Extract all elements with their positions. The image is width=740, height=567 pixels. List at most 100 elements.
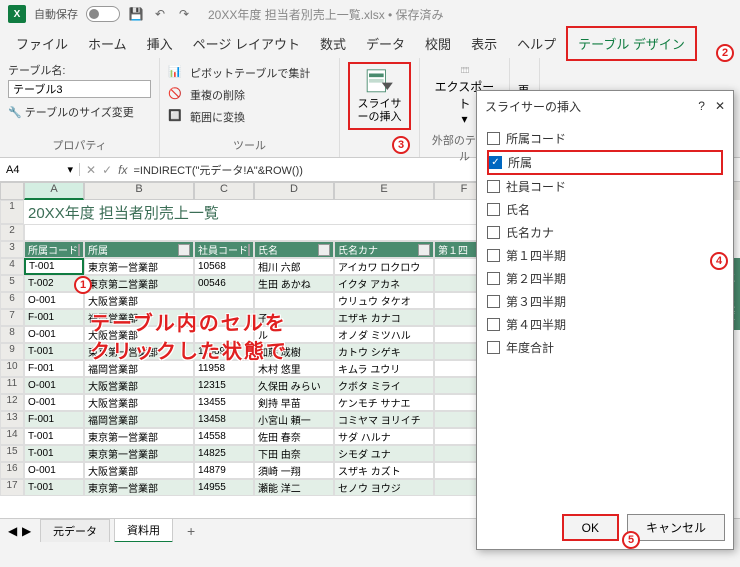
table-header[interactable]: 所属 [84, 241, 194, 258]
tab-file[interactable]: ファイル [6, 28, 78, 59]
cell[interactable]: 福岡営業部 [84, 411, 194, 428]
cell[interactable]: 14955 [194, 479, 254, 496]
cell[interactable]: 12315 [194, 377, 254, 394]
checkbox-icon[interactable] [487, 272, 500, 285]
slicer-option[interactable]: 氏名カナ [487, 221, 723, 244]
row-header[interactable]: 12 [0, 394, 24, 411]
add-sheet-button[interactable]: + [177, 520, 205, 542]
row-header[interactable]: 14 [0, 428, 24, 445]
cell[interactable]: 大阪営業部 [84, 377, 194, 394]
row-header[interactable]: 4 [0, 258, 24, 275]
slicer-option[interactable]: 氏名 [487, 198, 723, 221]
row-header[interactable]: 13 [0, 411, 24, 428]
autosave-toggle[interactable] [86, 6, 120, 22]
cell[interactable]: 東京第一営業部 [84, 479, 194, 496]
tab-pagelayout[interactable]: ページ レイアウト [183, 28, 310, 59]
tab-insert[interactable]: 挿入 [137, 28, 183, 59]
cell[interactable]: T-001 [24, 428, 84, 445]
cell[interactable]: ウリュウ タケオ [334, 292, 434, 309]
cell[interactable]: カトウ シゲキ [334, 343, 434, 360]
sheet-tab-active[interactable]: 資料用 [114, 518, 173, 542]
cell[interactable]: オノダ ミツハル [334, 326, 434, 343]
row-header[interactable]: 8 [0, 326, 24, 343]
row-header[interactable]: 3 [0, 241, 24, 258]
cell[interactable]: O-001 [24, 292, 84, 309]
cell[interactable]: 木村 悠里 [254, 360, 334, 377]
cell[interactable]: サダ ハルナ [334, 428, 434, 445]
filter-dropdown-icon[interactable] [248, 244, 250, 256]
slicer-option[interactable]: 第３四半期 [487, 290, 723, 313]
checkbox-icon[interactable]: ✓ [489, 156, 502, 169]
cell[interactable]: 生田 あかね [254, 275, 334, 292]
row-header[interactable]: 16 [0, 462, 24, 479]
checkbox-icon[interactable] [487, 341, 500, 354]
slicer-option[interactable]: 第２四半期 [487, 267, 723, 290]
cell[interactable]: 11958 [194, 360, 254, 377]
cell[interactable]: 福岡営業部 [84, 309, 194, 326]
row-header[interactable]: 15 [0, 445, 24, 462]
cell[interactable]: 10568 [194, 258, 254, 275]
cell[interactable]: 11589 [194, 343, 254, 360]
checkbox-icon[interactable] [487, 203, 500, 216]
checkbox-icon[interactable] [487, 318, 500, 331]
fx-cancel-icon[interactable]: ✕ [86, 163, 96, 177]
cell[interactable]: T-001 [24, 343, 84, 360]
checkbox-icon[interactable] [487, 132, 500, 145]
row-header[interactable]: 11 [0, 377, 24, 394]
tab-home[interactable]: ホーム [78, 28, 137, 59]
fx-icon[interactable]: fx [118, 163, 127, 177]
cell[interactable]: O-001 [24, 326, 84, 343]
slicer-option[interactable]: 第４四半期 [487, 313, 723, 336]
undo-icon[interactable]: ↶ [152, 6, 168, 22]
cell[interactable]: 大阪営業部 [84, 394, 194, 411]
insert-slicer-button[interactable]: スライサーの挿入 [348, 62, 411, 130]
cell[interactable]: F-001 [24, 411, 84, 428]
cell[interactable] [194, 292, 254, 309]
cell[interactable]: 佐田 春奈 [254, 428, 334, 445]
formula-input[interactable]: =INDIRECT("元データ!A"&ROW()) [133, 162, 302, 178]
sheet-tab[interactable]: 元データ [40, 519, 110, 543]
cell[interactable]: エザキ カナコ [334, 309, 434, 326]
slicer-option[interactable]: 年度合計 [487, 336, 723, 359]
cell[interactable]: O-001 [24, 462, 84, 479]
close-icon[interactable]: ✕ [715, 99, 725, 113]
cell[interactable]: ル [254, 326, 334, 343]
col-header[interactable]: D [254, 182, 334, 200]
filter-dropdown-icon[interactable] [78, 244, 80, 256]
cell[interactable]: 大阪営業部 [84, 462, 194, 479]
cell[interactable]: スザキ カズト [334, 462, 434, 479]
tab-help[interactable]: ヘルプ [507, 28, 566, 59]
row-header[interactable]: 10 [0, 360, 24, 377]
cell[interactable]: 14879 [194, 462, 254, 479]
checkbox-icon[interactable] [487, 226, 500, 239]
cell[interactable] [194, 326, 254, 343]
cancel-button[interactable]: キャンセル [627, 514, 725, 541]
cell[interactable]: シモダ ユナ [334, 445, 434, 462]
cell[interactable]: アイカワ ロクロウ [334, 258, 434, 275]
select-all-corner[interactable] [0, 182, 24, 200]
sheet-nav-prev-icon[interactable]: ◀ [8, 524, 17, 538]
cell[interactable]: 東京第一営業部 [84, 428, 194, 445]
cell[interactable]: 東京第一営業部 [84, 258, 194, 275]
name-box[interactable]: A4▾ [0, 163, 80, 176]
cell[interactable]: T-001 [24, 258, 84, 275]
checkbox-icon[interactable] [487, 249, 500, 262]
cell[interactable]: 13455 [194, 394, 254, 411]
cell[interactable]: 00546 [194, 275, 254, 292]
save-icon[interactable]: 💾 [128, 6, 144, 22]
cell[interactable]: 剣持 早苗 [254, 394, 334, 411]
checkbox-icon[interactable] [487, 180, 500, 193]
cell[interactable]: 子 [254, 309, 334, 326]
cell[interactable]: 大阪営業部 [84, 326, 194, 343]
convert-range-button[interactable]: 🔲範囲に変換 [168, 106, 331, 128]
slicer-option[interactable]: 社員コード [487, 175, 723, 198]
cell[interactable]: 相川 六郎 [254, 258, 334, 275]
cell[interactable]: 福岡営業部 [84, 360, 194, 377]
tab-table-design[interactable]: テーブル デザイン [566, 26, 697, 61]
cell[interactable]: O-001 [24, 394, 84, 411]
help-icon[interactable]: ? [698, 99, 705, 113]
cell[interactable]: 14825 [194, 445, 254, 462]
ok-button[interactable]: OK [562, 514, 619, 541]
cell[interactable]: 瀬能 洋二 [254, 479, 334, 496]
cell[interactable]: クボタ ミライ [334, 377, 434, 394]
